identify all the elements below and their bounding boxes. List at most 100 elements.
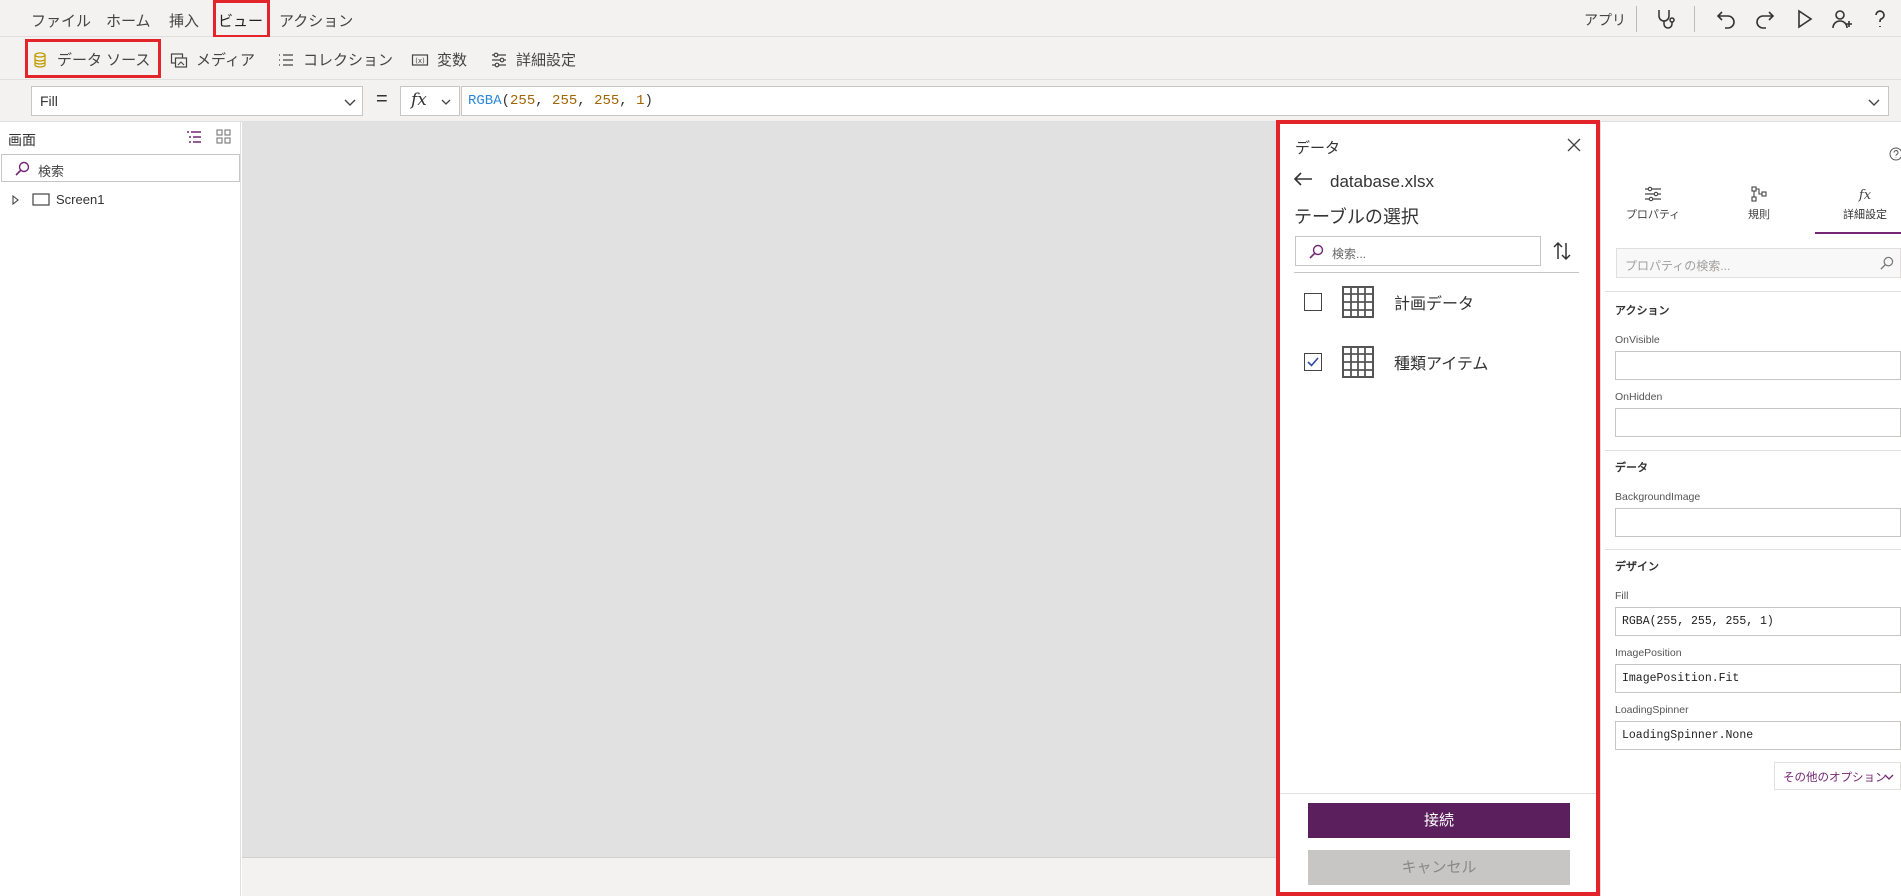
svg-text:fx: fx xyxy=(1858,188,1872,202)
highlight-view-menu xyxy=(213,0,270,38)
data-panel-title: データ xyxy=(1295,140,1341,157)
onvisible-field[interactable] xyxy=(1615,351,1901,380)
design-canvas[interactable] xyxy=(242,122,1276,857)
divider xyxy=(1294,272,1579,273)
data-search-placeholder: 検索... xyxy=(1332,247,1367,261)
svg-text:(x): (x) xyxy=(415,57,425,65)
section-title-data: データ xyxy=(1615,462,1648,474)
more-options-label: その他のオプション xyxy=(1783,772,1887,784)
settings-sliders-icon xyxy=(492,52,506,67)
variables-label: 変数 xyxy=(437,52,468,69)
tree-title: 画面 xyxy=(8,132,36,148)
tree-list-view-icon[interactable] xyxy=(186,130,202,144)
formula-input[interactable]: RGBA(255, 255, 255, 1) xyxy=(461,86,1889,116)
search-icon xyxy=(1309,244,1324,259)
menu-action[interactable]: アクション xyxy=(279,10,353,31)
equals-sign: = xyxy=(376,88,388,110)
property-value: Fill xyxy=(40,93,58,109)
image-position-field[interactable]: ImagePosition.Fit xyxy=(1615,664,1901,693)
field-label: OnVisible xyxy=(1615,334,1660,346)
table-checkbox[interactable] xyxy=(1304,293,1322,311)
tab-rules[interactable]: 規則 xyxy=(1714,186,1804,222)
app-label[interactable]: アプリ xyxy=(1584,10,1626,30)
connect-button[interactable]: 接続 xyxy=(1308,803,1570,838)
user-add-icon[interactable] xyxy=(1830,7,1854,31)
variable-icon: (x) xyxy=(411,53,429,66)
thumbnail-view-icon[interactable] xyxy=(216,129,231,144)
table-name: 種類アイテム xyxy=(1394,356,1489,373)
formula-function: RGBA xyxy=(468,93,502,109)
table-row[interactable]: 種類アイテム xyxy=(1304,346,1488,378)
table-icon xyxy=(1342,346,1374,378)
help-icon[interactable] xyxy=(1868,7,1892,31)
back-arrow-icon[interactable] xyxy=(1293,171,1313,187)
divider xyxy=(1280,793,1596,794)
tab-advanced-label: 詳細設定 xyxy=(1843,209,1887,221)
property-dropdown[interactable]: Fill xyxy=(31,86,363,116)
expand-arrow-icon[interactable] xyxy=(12,194,20,205)
screen-icon xyxy=(32,193,50,206)
onhidden-field[interactable] xyxy=(1615,408,1901,437)
stethoscope-icon[interactable] xyxy=(1653,7,1677,31)
tab-properties[interactable]: プロパティ xyxy=(1608,186,1698,222)
divider xyxy=(1694,6,1695,32)
tree-view-panel xyxy=(0,122,241,896)
chevron-down-icon xyxy=(344,99,356,106)
properties-icon xyxy=(1645,186,1661,202)
data-search-input[interactable]: 検索... xyxy=(1295,236,1541,266)
section-title-action: アクション xyxy=(1615,305,1670,317)
table-row[interactable]: 計画データ xyxy=(1304,286,1474,318)
formula-arg: 255 xyxy=(552,93,578,109)
advanced-settings-label: 詳細設定 xyxy=(516,52,577,69)
media-label: メディア xyxy=(196,52,255,69)
fill-field[interactable]: RGBA(255, 255, 255, 1) xyxy=(1615,607,1901,636)
collection-button[interactable]: コレクション xyxy=(277,49,393,70)
play-icon[interactable] xyxy=(1792,7,1816,31)
field-label: ImagePosition xyxy=(1615,647,1682,659)
fx-button[interactable]: fx xyxy=(400,86,460,116)
formula-arg: 255 xyxy=(594,93,620,109)
formula-arg: 1 xyxy=(636,93,645,109)
section-title-design: デザイン xyxy=(1615,561,1659,573)
expand-formula-icon[interactable] xyxy=(1868,97,1880,107)
chevron-down-icon xyxy=(1884,774,1894,780)
close-icon[interactable] xyxy=(1567,138,1581,152)
formula-arg: 255 xyxy=(510,93,536,109)
field-label: BackgroundImage xyxy=(1615,491,1701,503)
divider xyxy=(1605,291,1901,292)
table-name: 計画データ xyxy=(1394,296,1475,313)
undo-icon[interactable] xyxy=(1714,7,1738,31)
field-label: LoadingSpinner xyxy=(1615,704,1689,716)
divider xyxy=(1605,450,1901,451)
tab-advanced[interactable]: fx 詳細設定 xyxy=(1820,186,1901,222)
active-tab-indicator xyxy=(1815,232,1901,234)
tree-node-screen1[interactable]: Screen1 xyxy=(12,192,104,207)
menu-file[interactable]: ファイル xyxy=(31,10,91,31)
ribbon: データ ソース メディア コレクション (x) 変数 詳細設定 xyxy=(0,37,1901,80)
menu-insert[interactable]: 挿入 xyxy=(169,10,199,31)
redo-icon[interactable] xyxy=(1753,7,1777,31)
cancel-button[interactable]: キャンセル xyxy=(1308,850,1570,885)
divider xyxy=(1605,549,1901,550)
divider xyxy=(1636,6,1637,32)
field-label: OnHidden xyxy=(1615,391,1663,403)
variables-button[interactable]: (x) 変数 xyxy=(411,49,467,70)
help-icon[interactable] xyxy=(1889,147,1901,161)
fx-label: fx xyxy=(411,90,427,110)
tree-node-label: Screen1 xyxy=(56,192,105,207)
menu-home[interactable]: ホーム xyxy=(106,10,151,31)
background-image-field[interactable] xyxy=(1615,508,1901,537)
sort-icon[interactable] xyxy=(1553,241,1571,261)
checkmark-icon xyxy=(1307,357,1319,367)
media-button[interactable]: メディア xyxy=(170,49,255,70)
chevron-down-icon xyxy=(441,99,451,105)
more-options-button[interactable]: その他のオプション xyxy=(1774,762,1901,790)
table-checkbox-checked[interactable] xyxy=(1304,353,1322,371)
media-icon xyxy=(170,52,188,68)
select-table-heading: テーブルの選択 xyxy=(1294,207,1419,227)
property-search-input[interactable]: プロパティの検索... xyxy=(1616,248,1901,278)
advanced-settings-button[interactable]: 詳細設定 xyxy=(490,49,576,70)
tree-search-input[interactable]: 検索 xyxy=(1,154,240,182)
menu-bar: ファイル ホーム 挿入 ビュー アクション アプリ xyxy=(0,0,1901,37)
loading-spinner-field[interactable]: LoadingSpinner.None xyxy=(1615,721,1901,750)
